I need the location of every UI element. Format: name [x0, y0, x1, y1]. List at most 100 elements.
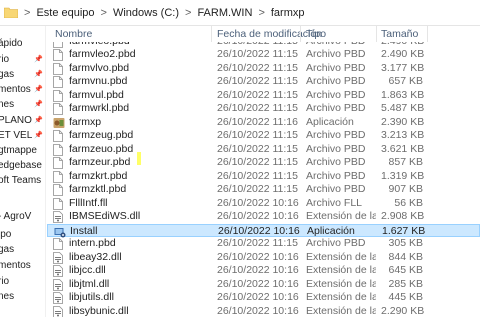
file-name: farmxp — [69, 115, 102, 128]
file-size: 3.177 KB — [381, 61, 425, 74]
file-type: Archivo FLL — [306, 196, 363, 209]
file-type: Archivo PBD — [306, 142, 366, 155]
nav-item[interactable]: rio 📌 — [0, 54, 45, 68]
file-row[interactable]: libeay32.dll 26/10/2022 10:16 Extensión de… — [47, 251, 480, 265]
file-name: farmvul.pbd — [69, 88, 124, 101]
nav-item[interactable]: - AgroV — [0, 211, 45, 225]
file-row[interactable]: farmzeur.pbd 26/10/2022 11:15 Archivo PBD 8… — [47, 156, 480, 170]
pin-icon: 📌 — [34, 132, 43, 139]
nav-item[interactable]: ápido — [0, 38, 45, 52]
breadcrumb-farmxp[interactable]: farmxp — [271, 7, 305, 19]
nav-item[interactable]: edgebase — [0, 160, 45, 174]
file-date: 26/10/2022 11:15 — [217, 48, 298, 60]
file-name: libjutils.dll — [69, 291, 114, 303]
file-row[interactable]: libjutils.dll 26/10/2022 10:16 Extensión d… — [47, 291, 480, 305]
file-name: farmzkrt.pbd — [69, 169, 128, 182]
breadcrumb-this-pc[interactable]: Este equipo — [36, 7, 94, 19]
file-size: 3.621 KB — [381, 142, 425, 155]
nav-item[interactable]: mentos 📌 — [0, 84, 45, 98]
column-divider[interactable] — [376, 26, 377, 42]
file-size: 285 KB — [388, 277, 423, 290]
file-date: 26/10/2022 11:16 — [217, 115, 298, 128]
file-row[interactable]: farmvleo2.pbd 26/10/2022 11:15 Archivo PBD… — [47, 48, 480, 62]
file-type: Archivo PBD — [306, 75, 366, 87]
file-date: 26/10/2022 11:15 — [217, 88, 298, 101]
file-size: 2.490 KB — [381, 42, 424, 48]
file-date: 26/10/2022 11:15 — [217, 237, 298, 249]
file-name: farmvlvo.pbd — [69, 61, 130, 74]
column-header-type[interactable]: Tipo — [306, 28, 326, 40]
file-row[interactable]: farmwrkl.pbd 26/10/2022 11:15 Archivo PBD 5… — [47, 102, 480, 116]
nav-item[interactable]: ipo — [0, 229, 45, 243]
farm-app-icon — [53, 117, 65, 129]
breadcrumb-separator[interactable]: > — [101, 7, 107, 19]
file-date: 26/10/2022 10:16 — [217, 264, 299, 276]
file-type: Aplicación — [306, 115, 354, 128]
file-name: farmvleo2.pbd — [69, 48, 136, 60]
file-row-selected[interactable]: Install 26/10/2022 10:16 Aplicación 1.627 K… — [47, 223, 480, 237]
breadcrumb-separator[interactable]: > — [185, 7, 191, 19]
column-headers: Nombre Fecha de modificación Tipo Tamaño — [47, 26, 480, 42]
nav-item[interactable]: ET VEL 📌 — [0, 130, 45, 144]
breadcrumb-separator[interactable]: > — [258, 7, 264, 19]
file-size: 305 KB — [388, 237, 423, 249]
pbd-file-icon — [53, 170, 65, 183]
pbd-file-icon — [53, 130, 65, 142]
pbd-file-icon — [53, 103, 65, 115]
file-row[interactable]: libsybunic.dll 26/10/2022 10:16 Extensión … — [47, 305, 480, 317]
nav-item[interactable]: gtmappe — [0, 145, 45, 159]
pbd-file-icon — [53, 42, 65, 48]
nav-item-label: gas — [0, 244, 15, 255]
file-row[interactable]: FlllIntf.fll 26/10/2022 10:16 Archivo FLL 5… — [47, 197, 480, 211]
file-row[interactable]: farmzkrt.pbd 26/10/2022 11:15 Archivo PBD 1… — [47, 170, 480, 184]
file-row[interactable]: libjcc.dll 26/10/2022 10:16 Extensión de l… — [47, 264, 480, 278]
breadcrumb-separator[interactable]: > — [24, 7, 30, 19]
nav-item[interactable]: gas — [0, 244, 45, 258]
breadcrumb-drive-c[interactable]: Windows (C:) — [113, 7, 179, 19]
nav-item-label: gas — [0, 69, 15, 80]
file-type: Archivo PBD — [306, 88, 366, 101]
file-row[interactable]: farmvlvo.pbd 26/10/2022 11:15 Archivo PBD 3… — [47, 62, 480, 76]
file-date: 26/10/2022 10:16 — [217, 250, 299, 263]
file-row[interactable]: intern.pbd 26/10/2022 11:15 Archivo PBD 305… — [47, 237, 480, 251]
nav-item-label: ipo — [0, 229, 12, 240]
file-row[interactable]: farmzeuo.pbd 26/10/2022 11:15 Archivo PBD 3… — [47, 143, 480, 157]
address-bar[interactable]: > Este equipo > Windows (C:) > FARM.WIN … — [0, 0, 480, 26]
nav-item[interactable]: oft Teams — [0, 175, 45, 189]
file-size: 56 KB — [394, 196, 423, 209]
pin-icon: 📌 — [34, 117, 43, 124]
column-header-size[interactable]: Tamaño — [381, 28, 418, 40]
file-row[interactable]: IBMSEdiWS.dll 26/10/2022 10:16 Extensión d… — [47, 210, 480, 224]
file-type: Aplicación — [307, 224, 355, 237]
column-divider[interactable] — [427, 26, 428, 42]
nav-item[interactable]: nes 📌 — [0, 99, 45, 113]
nav-item[interactable]: nes — [0, 291, 45, 305]
file-name: farmvleo.pbd — [69, 42, 130, 48]
nav-item[interactable]: PLANO 📌 — [0, 115, 45, 129]
file-row[interactable]: libjtml.dll 26/10/2022 10:16 Extensión de … — [47, 278, 480, 292]
nav-item-label: nes — [0, 99, 15, 110]
file-row[interactable]: farmvnu.pbd 26/10/2022 11:15 Archivo PBD 65… — [47, 75, 480, 89]
column-divider[interactable] — [211, 26, 212, 42]
dll-file-icon — [53, 251, 65, 264]
nav-item[interactable]: mentos — [0, 260, 45, 274]
file-row[interactable]: farmxp 26/10/2022 11:16 Aplicación 2.390 KB — [47, 116, 480, 130]
file-name: intern.pbd — [69, 237, 116, 249]
column-divider[interactable] — [300, 26, 301, 42]
column-header-name[interactable]: Nombre — [55, 28, 92, 40]
pbd-file-icon — [53, 62, 65, 75]
file-name: farmzeug.pbd — [69, 129, 134, 141]
file-size: 857 KB — [388, 156, 423, 168]
file-row[interactable]: farmzeug.pbd 26/10/2022 11:15 Archivo PBD 3… — [47, 129, 480, 143]
file-size: 2.490 KB — [381, 48, 425, 60]
pbd-file-icon — [53, 49, 65, 61]
file-name: farmzktl.pbd — [69, 183, 127, 195]
file-type: Archivo PBD — [306, 61, 366, 74]
file-type: Archivo PBD — [306, 129, 366, 141]
file-row[interactable]: farmvul.pbd 26/10/2022 11:15 Archivo PBD 1.… — [47, 89, 480, 103]
breadcrumb-farm-win[interactable]: FARM.WIN — [197, 7, 252, 19]
file-row[interactable]: farmzktl.pbd 26/10/2022 11:15 Archivo PBD 9… — [47, 183, 480, 197]
nav-item[interactable]: gas 📌 — [0, 69, 45, 83]
file-date: 26/10/2022 10:16 — [217, 196, 299, 209]
nav-item[interactable]: rio — [0, 276, 45, 290]
